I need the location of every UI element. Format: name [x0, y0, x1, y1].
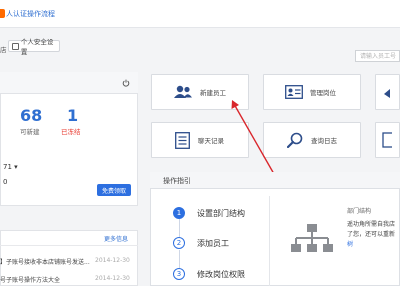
power-icon[interactable] [122, 79, 130, 87]
annotation-arrow [231, 100, 275, 175]
security-icon [12, 42, 19, 50]
news-item-title[interactable]: 】子账号接收非本店铺账号发送... [0, 257, 90, 266]
chat-records-label: 聊天记录 [198, 137, 224, 145]
org-chart-icon [291, 224, 333, 252]
step-1-label[interactable]: 设置部门结构 [197, 208, 245, 219]
org-desc-line: 了您，还可以重新 [347, 231, 396, 238]
more-tile[interactable] [375, 122, 400, 158]
more-tile[interactable] [375, 74, 400, 110]
step-2-label[interactable]: 添加员工 [197, 238, 229, 249]
news-item-title[interactable]: 号子账号操作方法大全 [0, 275, 90, 284]
step-connector [179, 250, 180, 268]
org-structure-description: 遥功角所需自我店 了您，还可以重新 树 [347, 220, 400, 250]
query-log-label: 查询日志 [311, 137, 337, 145]
notice-link[interactable]: 人认证操作流程 [6, 9, 55, 19]
org-desc-line: 树 [347, 241, 354, 248]
operation-guide-title: 操作指引 [163, 177, 191, 185]
top-bar [0, 0, 400, 28]
step-2-indicator[interactable]: 2 [173, 237, 185, 249]
org-desc-line: 遥功角所需自我店 [347, 221, 396, 228]
account-panel-header [0, 72, 138, 94]
employee-search-input[interactable]: 请输入员工号 [355, 50, 400, 62]
security-settings-label: 个人安全设置 [20, 38, 54, 56]
news-divider [0, 245, 138, 246]
stat-frozen-value: 1 [67, 106, 79, 125]
guide-divider [269, 196, 270, 286]
news-item-date: 2014-12-30 [95, 275, 130, 282]
new-employee-label: 新建员工 [200, 89, 226, 97]
step-1-indicator[interactable]: 1 [173, 207, 185, 219]
news-more-link[interactable]: 更多信息 [104, 234, 128, 243]
document-icon [175, 131, 190, 149]
stat-available-value: 68 [20, 106, 43, 125]
account-count-value: 0 [3, 178, 8, 186]
account-select-value[interactable]: 71 ▾ [3, 163, 18, 171]
news-item-date: 2014-12-30 [95, 257, 130, 264]
free-claim-button[interactable]: 免费领取 [97, 184, 131, 196]
shop-label: 店 [0, 46, 7, 54]
step-3-label[interactable]: 修改岗位权限 [197, 269, 245, 280]
step-connector [179, 219, 180, 237]
notice-badge [0, 9, 5, 18]
users-icon [174, 85, 192, 98]
manage-position-label: 管理岗位 [310, 89, 336, 97]
id-card-icon [285, 85, 303, 99]
stat-frozen-label: 已冻结 [61, 128, 81, 136]
step-3-indicator[interactable]: 3 [173, 268, 185, 280]
magnifier-icon [287, 132, 303, 148]
security-settings-button[interactable]: 个人安全设置 [8, 38, 60, 56]
tile-icon-partial [384, 89, 390, 98]
org-structure-title: 部门结构 [347, 208, 372, 215]
tile-icon-partial [382, 132, 392, 148]
stat-available-label: 可新建 [20, 128, 40, 136]
